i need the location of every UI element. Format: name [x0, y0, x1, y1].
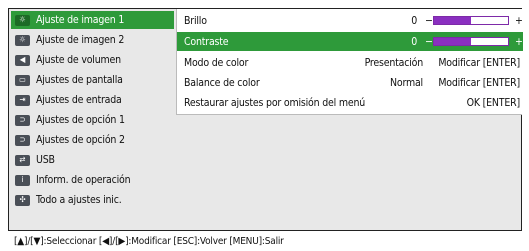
- menu-item-option-settings-1[interactable]: ⊃ Ajustes de opción 1: [11, 111, 174, 129]
- image-adjust-icon: ☼: [15, 14, 30, 26]
- level-bar-fill: [434, 38, 471, 45]
- modify-action: Modificar [ENTER]: [438, 76, 520, 89]
- setting-value: 0: [411, 14, 417, 27]
- setting-row-brightness[interactable]: Brillo 0 − +: [177, 11, 523, 30]
- setting-label: Restaurar ajustes por omisión del menú: [184, 96, 366, 109]
- setting-label: Brillo: [184, 14, 207, 27]
- increase-indicator: +: [515, 35, 523, 48]
- increase-indicator: +: [515, 14, 523, 27]
- setting-label: Balance de color: [184, 76, 260, 89]
- menu-item-input-settings[interactable]: ⇥ Ajustes de entrada: [11, 91, 174, 109]
- level-bar[interactable]: [433, 37, 509, 46]
- screen-icon: ▭: [15, 74, 30, 86]
- main-menu: ☼ Ajuste de imagen 1 ☼ Ajuste de imagen …: [9, 9, 176, 230]
- volume-icon: ◀: [15, 54, 30, 66]
- menu-item-label: Todo a ajustes inic.: [36, 194, 122, 206]
- menu-item-label: Ajustes de opción 1: [36, 114, 125, 126]
- image-adjust-icon: ☼: [15, 34, 30, 46]
- menu-item-option-settings-2[interactable]: ⊃ Ajustes de opción 2: [11, 131, 174, 149]
- menu-item-label: Ajuste de imagen 2: [36, 34, 125, 46]
- menu-item-label: Ajustes de opción 2: [36, 134, 125, 146]
- help-text: [▲]/[▼]:Seleccionar [◀]/[▶]:Modificar [E…: [14, 235, 284, 247]
- menu-item-image-adjust-1[interactable]: ☼ Ajuste de imagen 1: [11, 11, 174, 29]
- current-value: Normal: [390, 76, 423, 89]
- level-bar[interactable]: [433, 16, 509, 25]
- menu-item-label: USB: [36, 154, 55, 166]
- usb-icon: ⇄: [15, 154, 30, 166]
- input-icon: ⇥: [15, 94, 30, 106]
- option-icon: ⊃: [15, 114, 30, 126]
- menu-item-operation-info[interactable]: i Inform. de operación: [11, 171, 174, 189]
- menu-item-volume[interactable]: ◀ Ajuste de volumen: [11, 51, 174, 69]
- menu-item-label: Ajustes de entrada: [36, 94, 122, 106]
- setting-row-color-balance[interactable]: Balance de color Normal Modificar [ENTER…: [177, 73, 523, 92]
- info-icon: i: [15, 174, 30, 186]
- setting-value: 0: [411, 35, 417, 48]
- decrease-indicator: −: [425, 14, 433, 27]
- menu-item-label: Ajuste de volumen: [36, 54, 121, 66]
- current-value: Presentación: [364, 56, 424, 69]
- decrease-indicator: −: [425, 35, 433, 48]
- menu-item-reset-all[interactable]: ✣ Todo a ajustes inic.: [11, 191, 174, 209]
- modify-action: Modificar [ENTER]: [438, 56, 520, 69]
- confirm-action: OK [ENTER]: [466, 96, 521, 109]
- menu-item-screen-settings[interactable]: ▭ Ajustes de pantalla: [11, 71, 174, 89]
- setting-row-color-mode[interactable]: Modo de color Presentación Modificar [EN…: [177, 53, 523, 72]
- setting-row-restore-defaults[interactable]: Restaurar ajustes por omisión del menú O…: [177, 93, 523, 112]
- setting-label: Contraste: [184, 35, 229, 48]
- menu-item-label: Inform. de operación: [36, 174, 131, 186]
- setting-label: Modo de color: [184, 56, 249, 69]
- projector-menu-screen: ☼ Ajuste de imagen 1 ☼ Ajuste de imagen …: [0, 0, 529, 251]
- menu-item-label: Ajustes de pantalla: [36, 74, 123, 86]
- submenu-panel: Brillo 0 − + Contraste 0 − + Modo de col…: [176, 9, 523, 115]
- help-bar: [▲]/[▼]:Seleccionar [◀]/[▶]:Modificar [E…: [8, 231, 522, 251]
- reset-icon: ✣: [15, 194, 30, 206]
- setting-row-contrast[interactable]: Contraste 0 − +: [177, 32, 523, 51]
- menu-item-label: Ajuste de imagen 1: [36, 14, 125, 26]
- option-icon: ⊃: [15, 134, 30, 146]
- level-bar-fill: [434, 17, 471, 24]
- menu-item-usb[interactable]: ⇄ USB: [11, 151, 174, 169]
- menu-item-image-adjust-2[interactable]: ☼ Ajuste de imagen 2: [11, 31, 174, 49]
